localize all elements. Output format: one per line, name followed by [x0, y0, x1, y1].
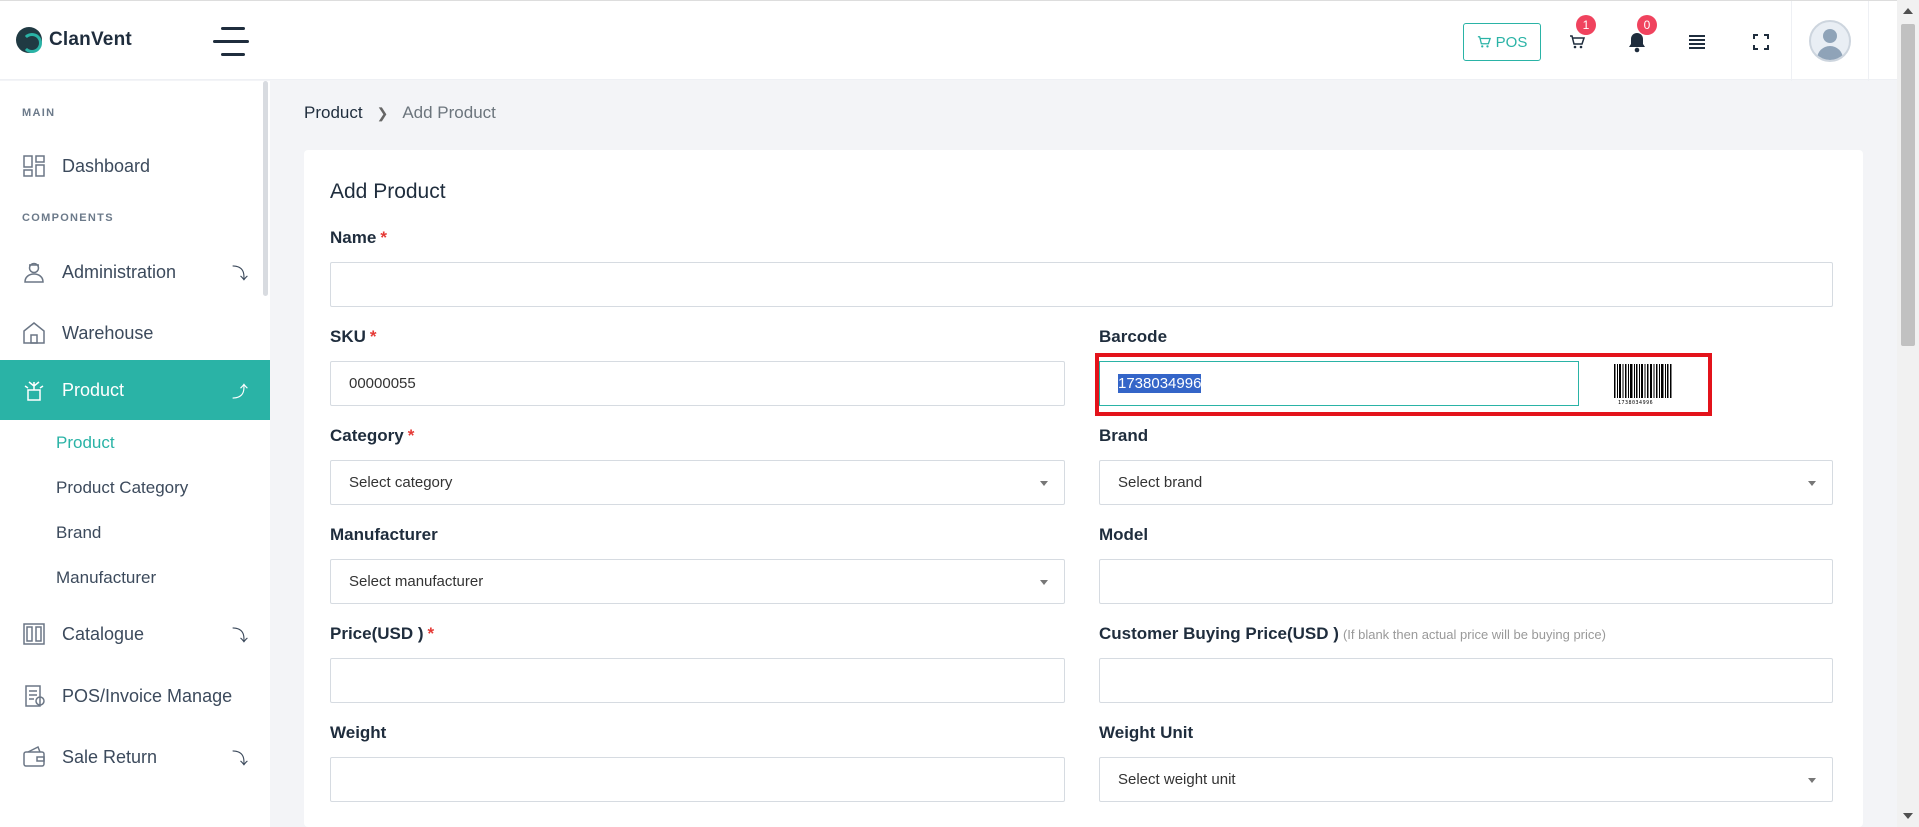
- weight-unit-select-value: Select weight unit: [1118, 771, 1236, 788]
- cart-button[interactable]: 1: [1564, 15, 1596, 55]
- top-header: ClanVent POS 1 0: [0, 0, 1897, 81]
- chevron-right-icon: ❯: [376, 104, 389, 121]
- sidebar-subitem-manufacturer[interactable]: Manufacturer: [56, 568, 156, 588]
- admin-user-icon: [24, 262, 44, 283]
- price-label: Price(USD ) *: [330, 624, 435, 643]
- sidebar-item-label: Administration: [62, 261, 177, 282]
- sidebar-item-product[interactable]: Product ⤴: [0, 360, 270, 420]
- sidebar-item-sale-return[interactable]: Sale Return ⤵: [0, 727, 270, 787]
- cart-icon: [1477, 36, 1491, 48]
- buying-price-label: Customer Buying Price(USD ) (If blank the…: [1099, 624, 1606, 643]
- catalogue-icon: [23, 623, 45, 645]
- breadcrumb-product-link[interactable]: Product: [304, 103, 363, 123]
- model-label: Model: [1099, 525, 1149, 544]
- fullscreen-icon: [1753, 34, 1769, 50]
- add-product-card: Add Product Name* SKU* Barcode 173803499…: [304, 150, 1863, 827]
- sku-field[interactable]: [330, 361, 1065, 406]
- scrollbar-thumb[interactable]: [1901, 24, 1915, 346]
- fullscreen-button[interactable]: [1748, 29, 1774, 55]
- sidebar-item-pos-invoice[interactable]: POS/Invoice Manage: [0, 666, 270, 726]
- weight-label: Weight: [330, 723, 387, 742]
- weight-field[interactable]: [330, 757, 1065, 802]
- collapse-arrow-icon: ⤴: [232, 384, 249, 401]
- notification-button[interactable]: 0: [1624, 15, 1657, 55]
- barcode-image-number: 1738034996: [1618, 400, 1654, 406]
- sidebar-item-catalogue[interactable]: Catalogue ⤵: [0, 604, 270, 664]
- sidebar-item-label: Product: [62, 379, 125, 400]
- chevron-down-icon: [1040, 481, 1048, 486]
- weight-unit-select[interactable]: Select weight unit: [1099, 757, 1833, 802]
- pos-button-label: POS: [1495, 33, 1528, 51]
- scroll-down-arrow-icon[interactable]: [1903, 813, 1913, 819]
- sku-label: SKU *: [330, 327, 377, 346]
- chevron-down-icon: [1040, 580, 1048, 585]
- sidebar-section-main: MAIN: [22, 107, 56, 119]
- category-select-value: Select category: [349, 474, 453, 491]
- expand-arrow-icon: ⤵: [232, 266, 249, 283]
- sidebar-item-label: Catalogue: [62, 623, 145, 644]
- barcode-label: Barcode: [1099, 327, 1168, 346]
- scroll-up-arrow-icon[interactable]: [1903, 8, 1913, 14]
- wallet-icon: [23, 745, 45, 767]
- brand-select[interactable]: Select brand: [1099, 460, 1833, 505]
- sidebar-item-warehouse[interactable]: Warehouse: [0, 303, 270, 363]
- avatar[interactable]: [1809, 20, 1851, 62]
- weight-unit-label: Weight Unit: [1099, 723, 1194, 742]
- sidebar-item-administration[interactable]: Administration ⤵: [0, 242, 270, 302]
- sidebar-item-label: Dashboard: [62, 155, 151, 176]
- name-label: Name *: [330, 228, 387, 247]
- cart-count-badge: 1: [1576, 15, 1596, 35]
- buying-price-hint: (If blank then actual price will be buyi…: [1342, 627, 1606, 642]
- app-logo[interactable]: ClanVent: [16, 27, 132, 53]
- expand-arrow-icon: ⤵: [232, 628, 249, 645]
- warehouse-icon: [23, 322, 45, 344]
- breadcrumb-current: Add Product: [402, 103, 496, 122]
- user-menu[interactable]: [1791, 1, 1869, 81]
- name-field[interactable]: [330, 262, 1833, 307]
- page-scrollbar[interactable]: [1897, 0, 1919, 827]
- cart-icon: [1570, 35, 1585, 49]
- sidebar-item-label: Warehouse: [62, 322, 154, 343]
- menu-toggle-icon[interactable]: [213, 27, 249, 57]
- sidebar-item-dashboard[interactable]: Dashboard: [0, 136, 270, 196]
- category-select[interactable]: Select category: [330, 460, 1065, 505]
- brand-select-value: Select brand: [1118, 474, 1203, 491]
- notification-count-badge: 0: [1637, 15, 1657, 35]
- category-label: Category *: [330, 426, 415, 445]
- pos-button[interactable]: POS: [1463, 23, 1541, 61]
- chevron-down-icon: [1808, 481, 1816, 486]
- sidebar-section-components: COMPONENTS: [22, 212, 114, 224]
- sidebar: MAIN Dashboard COMPONENTS Administration…: [0, 81, 270, 827]
- model-field[interactable]: [1099, 559, 1833, 604]
- page-title: Add Product: [330, 180, 446, 203]
- manufacturer-label: Manufacturer: [330, 525, 438, 544]
- breadcrumb: Product ❯ Add Product: [304, 103, 496, 123]
- app-name: ClanVent: [49, 29, 132, 50]
- barcode-value: 1738034996: [1118, 374, 1202, 393]
- expand-arrow-icon: ⤵: [232, 751, 249, 768]
- list-icon: [1689, 35, 1705, 49]
- sidebar-subitem-product[interactable]: Product: [56, 433, 115, 453]
- chevron-down-icon: [1808, 778, 1816, 783]
- manufacturer-select-value: Select manufacturer: [349, 573, 484, 590]
- dashboard-icon: [23, 155, 45, 177]
- list-view-button[interactable]: [1684, 29, 1710, 55]
- invoice-icon: [25, 685, 45, 707]
- sidebar-item-label: POS/Invoice Manage: [62, 685, 233, 706]
- product-icon: [24, 381, 44, 401]
- logo-icon: [16, 27, 42, 53]
- sidebar-item-label: Sale Return: [62, 746, 158, 767]
- sidebar-subitem-brand[interactable]: Brand: [56, 523, 101, 543]
- sidebar-subitem-product-category[interactable]: Product Category: [56, 478, 188, 498]
- manufacturer-select[interactable]: Select manufacturer: [330, 559, 1065, 604]
- price-field[interactable]: [330, 658, 1065, 703]
- barcode-field[interactable]: 1738034996: [1099, 361, 1579, 406]
- brand-label: Brand: [1099, 426, 1149, 445]
- buying-price-field[interactable]: [1099, 658, 1833, 703]
